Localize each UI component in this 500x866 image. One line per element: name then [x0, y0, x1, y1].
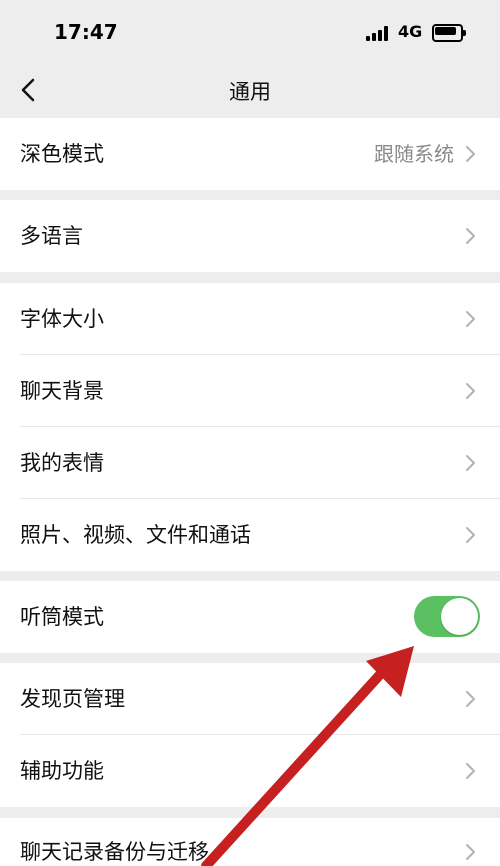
discover-group: 发现页管理 辅助功能: [0, 663, 500, 807]
chevron-right-icon: [466, 311, 475, 327]
chat-background-label: 聊天背景: [20, 379, 104, 403]
chevron-right-icon: [466, 228, 475, 244]
network-type: 4G: [398, 22, 423, 41]
battery-icon: [432, 24, 466, 42]
discover-page-management-row[interactable]: 发现页管理: [0, 663, 500, 735]
language-label: 多语言: [20, 224, 83, 248]
navigation-bar: 通用: [0, 62, 500, 118]
chevron-right-icon: [466, 691, 475, 707]
chat-background-row[interactable]: 聊天背景: [0, 355, 500, 427]
language-row[interactable]: 多语言: [0, 200, 500, 272]
dark-mode-label: 深色模式: [20, 142, 104, 166]
earpiece-mode-toggle[interactable]: [414, 596, 480, 637]
display-group: 字体大小 聊天背景 我的表情 照片、视频、文件和通话: [0, 283, 500, 571]
media-files-calls-row[interactable]: 照片、视频、文件和通话: [0, 499, 500, 571]
signal-icon: [366, 26, 388, 41]
language-group: 多语言: [0, 200, 500, 272]
earpiece-mode-row: 听筒模式: [0, 581, 500, 653]
discover-page-management-label: 发现页管理: [20, 687, 125, 711]
backup-group: 聊天记录备份与迁移: [0, 818, 500, 866]
chevron-right-icon: [466, 455, 475, 471]
font-size-row[interactable]: 字体大小: [0, 283, 500, 355]
media-files-calls-label: 照片、视频、文件和通话: [20, 523, 251, 547]
earpiece-mode-label: 听筒模式: [20, 605, 104, 629]
dark-mode-value: 跟随系统: [374, 142, 454, 166]
font-size-label: 字体大小: [20, 307, 104, 331]
status-bar: 17:47 4G: [0, 0, 500, 62]
my-stickers-label: 我的表情: [20, 451, 104, 475]
chat-backup-migration-row[interactable]: 聊天记录备份与迁移: [0, 818, 500, 866]
chat-backup-migration-label: 聊天记录备份与迁移: [20, 840, 209, 864]
earpiece-group: 听筒模式: [0, 581, 500, 653]
dark-mode-row[interactable]: 深色模式 跟随系统: [0, 118, 500, 190]
chevron-right-icon: [466, 383, 475, 399]
chevron-right-icon: [466, 146, 475, 162]
page-title: 通用: [229, 80, 271, 104]
chevron-right-icon: [466, 763, 475, 779]
my-stickers-row[interactable]: 我的表情: [0, 427, 500, 499]
accessibility-label: 辅助功能: [20, 759, 104, 783]
status-time: 17:47: [54, 20, 118, 44]
chevron-right-icon: [466, 844, 475, 860]
accessibility-row[interactable]: 辅助功能: [0, 735, 500, 807]
chevron-right-icon: [466, 527, 475, 543]
dark-mode-group: 深色模式 跟随系统: [0, 118, 500, 190]
toggle-knob: [441, 598, 478, 635]
